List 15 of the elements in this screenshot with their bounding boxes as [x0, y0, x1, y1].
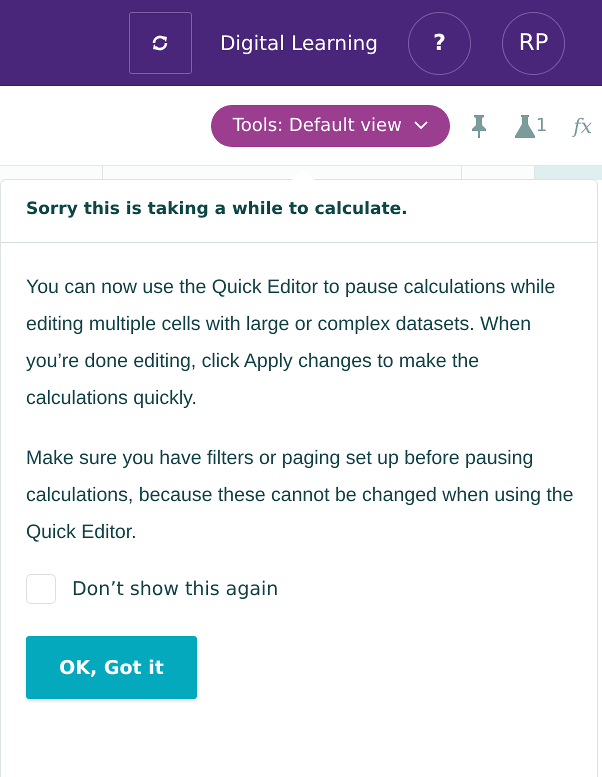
- pin-icon[interactable]: [470, 114, 488, 138]
- checkbox-label[interactable]: Don’t show this again: [72, 578, 278, 600]
- flask-count: 1: [536, 115, 548, 136]
- refresh-button[interactable]: [128, 12, 192, 74]
- refresh-icon: [150, 33, 170, 53]
- chevron-down-icon: [414, 121, 428, 130]
- message-paragraph: Make sure you have filters or paging set up before pausing calculations, because these cannot be changed when using the Quick Editor.: [26, 446, 574, 545]
- message-paragraph: You can now use the Quick Editor to pause calculations while editing multiple cells with large or complex datasets. When you’re done editing, click Apply changes to make the calculations quickly.: [26, 275, 556, 411]
- flask-icon[interactable]: [514, 114, 536, 138]
- workspace-name: Digital Learning: [220, 31, 378, 55]
- tools-dropdown[interactable]: Tools: Default view: [210, 104, 450, 146]
- checkbox[interactable]: [26, 574, 56, 604]
- user-avatar[interactable]: RP: [502, 12, 565, 74]
- help-button[interactable]: ?: [408, 12, 471, 74]
- popover-title: Sorry this is taking a while to calculate.: [1, 180, 597, 243]
